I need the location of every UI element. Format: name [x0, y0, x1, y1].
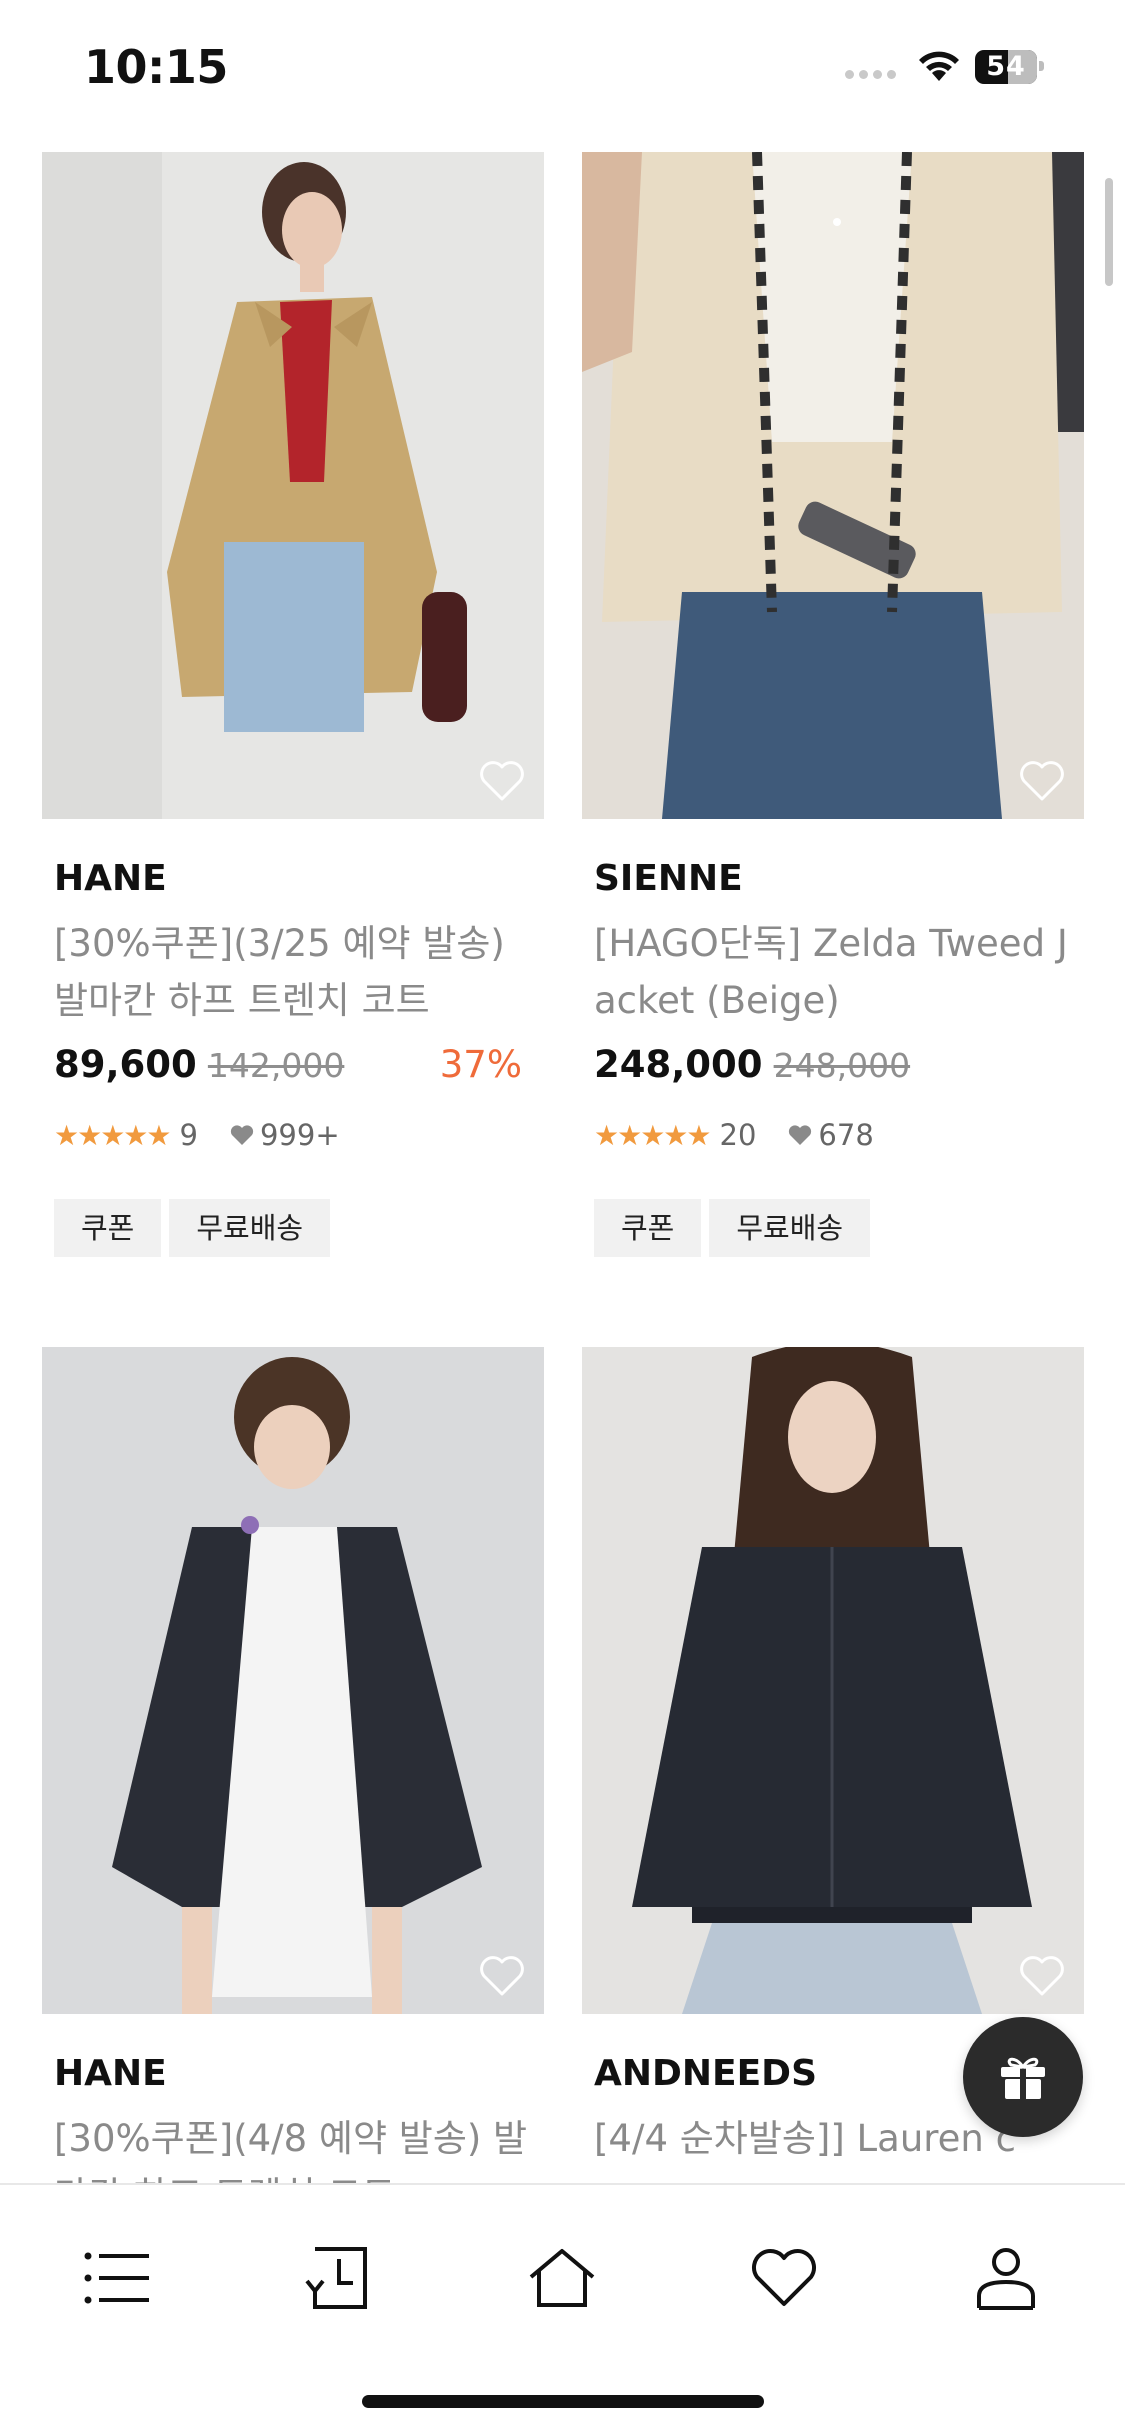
heart-outline-icon[interactable] — [1018, 759, 1066, 803]
rating-row: ★★★★★ 20 678 — [582, 1115, 1084, 1155]
tag-list: 쿠폰 무료배송 — [582, 1199, 1084, 1257]
product-image[interactable] — [42, 152, 544, 819]
review-count: 20 — [719, 1118, 757, 1152]
profile-icon — [977, 2248, 1035, 2310]
status-icons: 54 — [845, 48, 1125, 88]
nav-menu[interactable] — [73, 2233, 163, 2323]
nav-profile[interactable] — [961, 2233, 1051, 2323]
product-price: 248,000 — [594, 1043, 763, 1086]
review-count: 9 — [179, 1118, 198, 1152]
original-price: 248,000 — [773, 1046, 911, 1085]
battery-level: 54 — [986, 51, 1026, 82]
gift-icon — [1001, 2057, 1045, 2099]
nav-home[interactable] — [517, 2233, 607, 2323]
product-photo — [582, 1347, 1084, 2014]
original-price: 142,000 — [207, 1046, 345, 1085]
status-time: 10:15 — [84, 40, 228, 94]
product-card[interactable]: SIENNE [HAGO단독] Zelda Tweed Jacket (Beig… — [582, 152, 1084, 1257]
nav-recent[interactable] — [295, 2233, 385, 2323]
heart-icon — [752, 2249, 816, 2306]
heart-icon — [789, 1125, 812, 1145]
product-title[interactable]: [HAGO단독] Zelda Tweed Jacket (Beige) — [582, 915, 1084, 1029]
product-photo — [42, 1347, 544, 2014]
product-brand: HANE — [54, 858, 167, 899]
nav-wishlist[interactable] — [739, 2233, 829, 2323]
scroll-indicator[interactable] — [1105, 178, 1113, 286]
gift-button[interactable] — [963, 2017, 1083, 2137]
free-shipping-tag: 무료배송 — [709, 1199, 871, 1257]
coupon-tag: 쿠폰 — [54, 1199, 162, 1257]
product-card[interactable]: HANE [30%쿠폰](4/8 예약 발송) 발마칸 하프 트렌치 코트 — [42, 1347, 544, 2224]
coupon-tag: 쿠폰 — [594, 1199, 702, 1257]
product-image[interactable] — [582, 152, 1084, 819]
tag-list: 쿠폰 무료배송 — [42, 1199, 544, 1257]
home-icon — [529, 2249, 595, 2307]
product-card[interactable]: HANE [30%쿠폰](3/25 예약 발송) 발마칸 하프 트렌치 코트 8… — [42, 152, 544, 1257]
heart-icon — [230, 1125, 254, 1145]
cellular-signal-icon — [845, 70, 897, 82]
heart-outline-icon[interactable] — [478, 759, 526, 803]
heart-outline-icon[interactable] — [1018, 1954, 1066, 1998]
discount-rate: 37% — [439, 1043, 522, 1086]
product-brand: SIENNE — [594, 858, 743, 899]
price-row: 248,000 248,000 — [582, 1043, 1084, 1093]
like-count: 678 — [818, 1118, 874, 1152]
free-shipping-tag: 무료배송 — [169, 1199, 331, 1257]
status-bar: 10:15 54 — [0, 0, 1125, 140]
rating-row: ★★★★★ 9 999+ — [42, 1115, 544, 1155]
star-rating: ★★★★★ — [54, 1118, 172, 1152]
product-photo — [582, 152, 1084, 819]
product-title[interactable]: [30%쿠폰](3/25 예약 발송) 발마칸 하프 트렌치 코트 — [42, 915, 544, 1029]
star-rating: ★★★★★ — [594, 1118, 712, 1152]
like-count: 999+ — [259, 1118, 340, 1152]
wifi-icon — [919, 51, 959, 81]
recent-icon — [305, 2247, 367, 2309]
product-image[interactable] — [582, 1347, 1084, 2014]
product-photo — [42, 152, 544, 819]
product-price: 89,600 — [54, 1043, 197, 1086]
price-row: 89,600 142,000 37% — [42, 1043, 544, 1093]
home-indicator — [362, 2395, 764, 2408]
battery-icon: 54 — [975, 50, 1037, 84]
product-brand: HANE — [54, 2053, 167, 2094]
heart-outline-icon[interactable] — [478, 1954, 526, 1998]
product-image[interactable] — [42, 1347, 544, 2014]
menu-icon — [84, 2252, 149, 2304]
